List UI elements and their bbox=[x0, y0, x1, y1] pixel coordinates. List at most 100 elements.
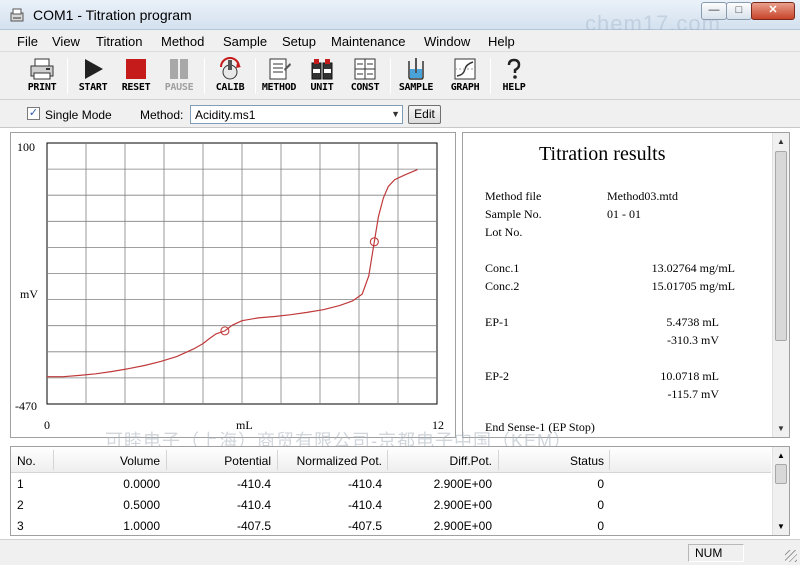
method-file-label: Method file bbox=[485, 189, 542, 203]
table-scrollbar[interactable]: ▲ ▼ bbox=[772, 447, 789, 535]
menu-window[interactable]: Window bbox=[424, 34, 470, 49]
reset-label: RESET bbox=[121, 82, 151, 93]
sample-no-label: Sample No. bbox=[485, 207, 542, 221]
resize-grip-icon[interactable] bbox=[785, 550, 797, 562]
cell-diff-pot: 2.900E+00 bbox=[433, 498, 492, 512]
graph-label: GRAPH bbox=[450, 82, 480, 93]
menu-sample[interactable]: Sample bbox=[223, 34, 267, 49]
cell-volume: 1.0000 bbox=[123, 519, 160, 533]
stop-square-icon bbox=[126, 59, 146, 79]
cell-normalized-pot: -410.4 bbox=[347, 498, 382, 512]
start-label: START bbox=[78, 82, 108, 93]
ep1-volume: 5.4738 mL bbox=[666, 315, 719, 329]
print-label: PRINT bbox=[27, 82, 57, 93]
document-icon bbox=[269, 58, 291, 80]
cell-no: 2 bbox=[17, 498, 24, 512]
ep1-label: EP-1 bbox=[485, 315, 509, 329]
maximize-button[interactable]: □ bbox=[726, 2, 752, 20]
start-button[interactable]: START bbox=[71, 55, 115, 97]
sample-label: SAMPLE bbox=[398, 82, 434, 93]
menu-titration[interactable]: Titration bbox=[96, 34, 142, 49]
ep1-potential: -310.3 mV bbox=[667, 333, 719, 347]
menu-file[interactable]: File bbox=[17, 34, 38, 49]
menu-method[interactable]: Method bbox=[161, 34, 204, 49]
window-title: COM1 - Titration program bbox=[33, 7, 192, 23]
cell-status: 0 bbox=[597, 498, 604, 512]
method-label: METHOD bbox=[261, 82, 297, 93]
electrode-icon bbox=[220, 57, 241, 80]
cell-status: 0 bbox=[597, 519, 604, 533]
titration-curve-chart: 100 -470 mV 0 12 mL bbox=[15, 140, 444, 432]
titration-results-panel: Titration results Method file Method03.m… bbox=[462, 132, 790, 438]
menu-view[interactable]: View bbox=[52, 34, 80, 49]
num-lock-indicator: NUM bbox=[688, 544, 744, 562]
pause-icon bbox=[170, 59, 188, 79]
chart-icon bbox=[454, 58, 476, 80]
scroll-down-icon[interactable]: ▼ bbox=[777, 424, 785, 433]
status-bar: NUM bbox=[0, 539, 800, 565]
col-status[interactable]: Status bbox=[503, 454, 604, 468]
title-bar: COM1 - Titration program chem17.com — □ … bbox=[0, 0, 800, 36]
const-label: CONST bbox=[350, 82, 380, 93]
cell-no: 3 bbox=[17, 519, 24, 533]
print-button[interactable]: PRINT bbox=[20, 55, 64, 97]
toolbar: PRINT START RESET PAUSE CALIB METHOD UNI… bbox=[0, 52, 800, 100]
help-button[interactable]: HELP bbox=[492, 55, 536, 97]
cell-potential: -410.4 bbox=[236, 477, 271, 491]
method-file-value: Method03.mtd bbox=[607, 189, 678, 203]
calib-button[interactable]: CALIB bbox=[208, 55, 252, 97]
unit-label: UNIT bbox=[310, 82, 334, 93]
menu-bar: File View Titration Method Sample Setup … bbox=[0, 30, 800, 52]
app-icon bbox=[10, 8, 24, 22]
ep2-volume: 10.0718 mL bbox=[660, 369, 719, 383]
const-button[interactable]: CONST bbox=[343, 55, 387, 97]
conc2-value: 15.01705 mg/mL bbox=[651, 279, 735, 293]
scroll-up-icon[interactable]: ▲ bbox=[777, 451, 785, 460]
edit-method-button[interactable]: Edit bbox=[408, 105, 441, 124]
calculator-icon bbox=[354, 58, 376, 80]
minimize-button[interactable]: — bbox=[701, 2, 727, 20]
col-volume[interactable]: Volume bbox=[63, 454, 160, 468]
sample-button[interactable]: SAMPLE bbox=[394, 55, 438, 97]
close-button[interactable]: ✕ bbox=[751, 2, 795, 20]
scroll-up-icon[interactable]: ▲ bbox=[777, 137, 785, 146]
table-header: No. Volume Potential Normalized Pot. Dif… bbox=[11, 447, 771, 473]
table-scroll-thumb[interactable] bbox=[775, 464, 787, 484]
y-axis-top-label: 100 bbox=[17, 140, 35, 154]
pause-button[interactable]: PAUSE bbox=[157, 55, 201, 97]
scroll-down-icon[interactable]: ▼ bbox=[777, 522, 785, 531]
y-axis-bottom-label: -470 bbox=[15, 399, 37, 413]
menu-help[interactable]: Help bbox=[488, 34, 515, 49]
unit-button[interactable]: UNIT bbox=[300, 55, 344, 97]
cell-potential: -410.4 bbox=[236, 498, 271, 512]
sample-no-value: 01 - 01 bbox=[607, 207, 641, 221]
col-normalized-pot[interactable]: Normalized Pot. bbox=[281, 454, 382, 468]
results-scroll-thumb[interactable] bbox=[775, 151, 787, 341]
titration-curve-panel: 100 -470 mV 0 12 mL bbox=[10, 132, 456, 438]
menu-setup[interactable]: Setup bbox=[282, 34, 316, 49]
method-select-label: Method: bbox=[140, 108, 184, 122]
pause-label: PAUSE bbox=[164, 82, 194, 93]
method-select[interactable]: Acidity.ms1 ▼ bbox=[190, 105, 403, 124]
cell-potential: -407.5 bbox=[236, 519, 271, 533]
bottles-icon bbox=[311, 59, 333, 80]
ep2-label: EP-2 bbox=[485, 369, 509, 383]
help-label: HELP bbox=[502, 82, 526, 93]
reset-button[interactable]: RESET bbox=[114, 55, 158, 97]
graph-button[interactable]: GRAPH bbox=[443, 55, 487, 97]
col-potential[interactable]: Potential bbox=[173, 454, 271, 468]
printer-icon bbox=[30, 58, 54, 80]
menu-maintenance[interactable]: Maintenance bbox=[331, 34, 405, 49]
calib-label: CALIB bbox=[215, 82, 245, 93]
cell-diff-pot: 2.900E+00 bbox=[433, 519, 492, 533]
method-button[interactable]: METHOD bbox=[257, 55, 301, 97]
results-title: Titration results bbox=[539, 143, 666, 165]
col-diff-pot[interactable]: Diff.Pot. bbox=[391, 454, 492, 468]
lot-no-label: Lot No. bbox=[485, 225, 523, 239]
results-scrollbar[interactable]: ▲ ▼ bbox=[772, 133, 789, 437]
single-mode-checkbox[interactable]: ✓ bbox=[27, 107, 40, 120]
cell-normalized-pot: -410.4 bbox=[347, 477, 382, 491]
col-no[interactable]: No. bbox=[17, 454, 36, 468]
chevron-down-icon: ▼ bbox=[391, 109, 400, 119]
cell-status: 0 bbox=[597, 477, 604, 491]
